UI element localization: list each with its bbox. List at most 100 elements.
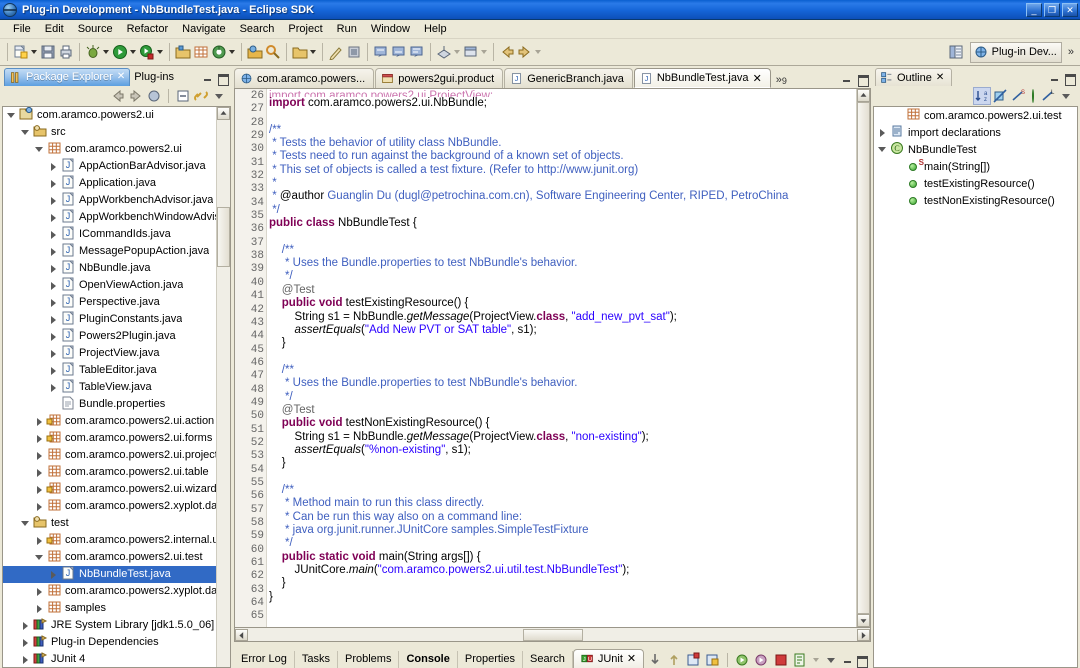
editor-content[interactable]: 2627282930313233343536373839404142434445… bbox=[234, 88, 871, 628]
menu-help[interactable]: Help bbox=[417, 21, 454, 37]
link-with-editor-icon[interactable] bbox=[193, 88, 209, 104]
code-line[interactable]: * This set of objects is called a test f… bbox=[269, 164, 856, 177]
expand-arrow-icon[interactable] bbox=[49, 570, 58, 579]
scroll-up-arrow[interactable] bbox=[857, 89, 870, 102]
package-explorer-body[interactable]: com.aramco.powers2.uisrccom.aramco.power… bbox=[2, 106, 231, 668]
tree-item[interactable]: JProjectView.java bbox=[3, 345, 230, 362]
stop-icon[interactable] bbox=[773, 652, 789, 668]
code-line[interactable]: */ bbox=[269, 391, 856, 404]
close-icon[interactable]: ✕ bbox=[936, 73, 944, 83]
expand-arrow-icon[interactable] bbox=[21, 519, 30, 528]
tree-item[interactable]: JTableEditor.java bbox=[3, 362, 230, 379]
minimize-view-icon[interactable] bbox=[842, 655, 853, 666]
tree-item[interactable]: com.aramco.powers2.ui bbox=[3, 141, 230, 158]
bottom-tab-search[interactable]: Search bbox=[523, 651, 573, 668]
next-failure-icon[interactable] bbox=[647, 652, 663, 668]
expand-arrow-icon[interactable] bbox=[49, 298, 58, 307]
maximize-editor-icon[interactable] bbox=[857, 74, 868, 85]
editor-tab-plugin-manifest[interactable]: com.aramco.powers... bbox=[234, 68, 374, 88]
tree-item[interactable]: JMessagePopupAction.java bbox=[3, 243, 230, 260]
code-line[interactable]: String s1 = NbBundle.getMessage(ProjectV… bbox=[269, 311, 856, 324]
show-view-caret[interactable] bbox=[481, 50, 487, 54]
toggle-mark-occurrences-button[interactable] bbox=[327, 43, 345, 61]
menu-edit[interactable]: Edit bbox=[38, 21, 71, 37]
code-line[interactable]: * Tests need to run against the backgrou… bbox=[269, 150, 856, 163]
rerun-test-icon[interactable] bbox=[735, 652, 751, 668]
print-button[interactable] bbox=[57, 43, 75, 61]
tab-plug-ins[interactable]: Plug-ins bbox=[130, 68, 181, 86]
expand-arrow-icon[interactable] bbox=[894, 111, 903, 120]
open-type-button[interactable] bbox=[246, 43, 264, 61]
expand-arrow-icon[interactable] bbox=[49, 213, 58, 222]
code-line[interactable]: /** bbox=[269, 484, 856, 497]
outline-body[interactable]: com.aramco.powers2.ui.testimport declara… bbox=[873, 106, 1078, 668]
show-failures-only-icon[interactable] bbox=[685, 652, 701, 668]
code-line[interactable] bbox=[269, 604, 856, 617]
code-line[interactable]: import com.aramco.powers2.ui.NbBundle; bbox=[269, 97, 856, 110]
expand-arrow-icon[interactable] bbox=[49, 366, 58, 375]
expand-arrow-icon[interactable] bbox=[49, 332, 58, 341]
back-icon[interactable] bbox=[110, 88, 126, 104]
maximize-button[interactable]: ❐ bbox=[1044, 3, 1060, 17]
expand-arrow-icon[interactable] bbox=[35, 451, 44, 460]
code-line[interactable]: */ bbox=[269, 537, 856, 550]
expand-arrow-icon[interactable] bbox=[35, 145, 44, 154]
expand-arrow-icon[interactable] bbox=[894, 162, 903, 171]
toolbar-overflow-chevron[interactable]: » bbox=[1065, 46, 1077, 58]
expand-arrow-icon[interactable] bbox=[21, 621, 30, 630]
outline-item[interactable]: CNbBundleTest bbox=[874, 141, 1077, 158]
debug-button[interactable] bbox=[84, 43, 111, 61]
code-line[interactable]: public void testExistingResource() { bbox=[269, 297, 856, 310]
expand-arrow-icon[interactable] bbox=[878, 145, 887, 154]
save-button[interactable] bbox=[39, 43, 57, 61]
expand-arrow-icon[interactable] bbox=[49, 196, 58, 205]
editor-horizontal-scrollbar[interactable] bbox=[234, 628, 871, 642]
tree-item[interactable]: JOpenViewAction.java bbox=[3, 277, 230, 294]
tree-item[interactable]: JNbBundle.java bbox=[3, 260, 230, 277]
minimize-button[interactable]: _ bbox=[1026, 3, 1042, 17]
hide-fields-icon[interactable] bbox=[992, 88, 1008, 104]
tree-item[interactable]: JApplication.java bbox=[3, 175, 230, 192]
outline-item[interactable]: Smain(String[]) bbox=[874, 158, 1077, 175]
expand-arrow-icon[interactable] bbox=[21, 128, 30, 137]
open-perspective-icon[interactable] bbox=[945, 41, 967, 63]
expand-arrow-icon[interactable] bbox=[7, 111, 16, 120]
code-line[interactable]: } bbox=[269, 457, 856, 470]
code-line[interactable] bbox=[269, 110, 856, 123]
hscroll-track[interactable] bbox=[248, 629, 857, 641]
external-tools-caret[interactable] bbox=[157, 50, 163, 54]
maximize-view-icon[interactable] bbox=[1064, 73, 1075, 84]
hide-nonpublic-icon[interactable] bbox=[1028, 90, 1038, 102]
new-wizard-caret[interactable] bbox=[31, 50, 37, 54]
editor-tab-nbbundletest[interactable]: J NbBundleTest.java ✕ bbox=[634, 68, 771, 88]
hide-static-icon[interactable]: S bbox=[1010, 88, 1026, 104]
expand-arrow-icon[interactable] bbox=[35, 604, 44, 613]
expand-arrow-icon[interactable] bbox=[35, 485, 44, 494]
outline-item[interactable]: testNonExistingResource() bbox=[874, 192, 1077, 209]
editor-tab-overflow[interactable]: »9 bbox=[772, 74, 793, 88]
debug-caret[interactable] bbox=[103, 50, 109, 54]
tree-item[interactable]: JAppWorkbenchWindowAdvis bbox=[3, 209, 230, 226]
expand-arrow-icon[interactable] bbox=[35, 587, 44, 596]
test-history-icon[interactable] bbox=[792, 652, 808, 668]
close-icon[interactable]: ✕ bbox=[753, 72, 762, 85]
scroll-right-arrow[interactable] bbox=[857, 629, 870, 641]
expand-arrow-icon[interactable] bbox=[49, 264, 58, 273]
hscroll-thumb[interactable] bbox=[523, 629, 583, 641]
outline-tree[interactable]: com.aramco.powers2.ui.testimport declara… bbox=[874, 107, 1077, 209]
expand-arrow-icon[interactable] bbox=[894, 196, 903, 205]
search-button[interactable] bbox=[264, 43, 282, 61]
menu-source[interactable]: Source bbox=[71, 21, 120, 37]
show-view-button[interactable] bbox=[462, 43, 489, 61]
tree-item[interactable]: com.aramco.powers2.ui.action bbox=[3, 413, 230, 430]
code-line[interactable]: * Uses the Bundle.properties to test NbB… bbox=[269, 377, 856, 390]
expand-arrow-icon[interactable] bbox=[49, 400, 58, 409]
scroll-up-arrow[interactable] bbox=[217, 107, 230, 120]
tab-outline[interactable]: Outline ✕ bbox=[875, 68, 952, 86]
forward-icon[interactable] bbox=[128, 88, 144, 104]
new-wizard-button[interactable] bbox=[12, 43, 39, 61]
package-explorer-vertical-scrollbar[interactable] bbox=[216, 107, 230, 667]
tree-item[interactable]: JUnit 4 bbox=[3, 651, 230, 668]
editor-vertical-scrollbar[interactable] bbox=[856, 89, 870, 627]
minimize-view-icon[interactable] bbox=[202, 73, 213, 84]
